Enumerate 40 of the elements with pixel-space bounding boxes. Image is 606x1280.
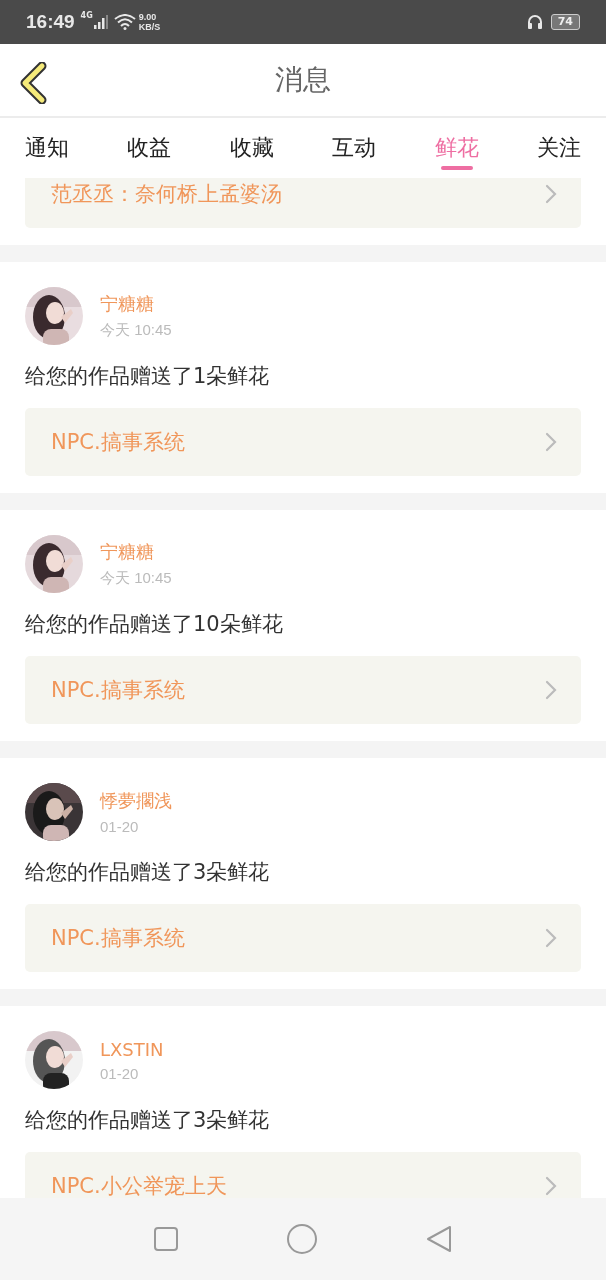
tab[interactable]: 鲜花 <box>434 118 479 178</box>
chevron-right-icon <box>545 432 557 452</box>
tab[interactable]: 互动 <box>332 118 377 178</box>
home-icon[interactable] <box>286 1223 318 1255</box>
network-type: 4G <box>80 11 93 20</box>
back-icon[interactable] <box>18 62 48 104</box>
tab[interactable]: 关注 <box>536 118 581 178</box>
message-time: 今天 10:45 <box>100 321 172 340</box>
battery-level: 74 <box>550 14 580 30</box>
message-time: 01-20 <box>100 1064 140 1082</box>
chevron-right-icon <box>545 184 557 204</box>
message-text: 给您的作品赠送了3朵鲜花 <box>25 1107 271 1134</box>
network-speed: 9.00 KB/S <box>138 12 161 32</box>
work-link[interactable]: NPC.小公举宠上天 <box>25 1152 581 1198</box>
tab[interactable]: 收藏 <box>229 118 274 178</box>
signal-icon <box>93 15 108 29</box>
back-triangle-icon[interactable] <box>424 1224 453 1254</box>
user-name[interactable]: 宁糖糖 <box>100 540 172 564</box>
headphones-icon <box>526 14 543 30</box>
work-link[interactable]: NPC.搞事系统 <box>25 408 581 476</box>
user-name[interactable]: 悸夢擱浅 <box>100 789 172 813</box>
status-time: 16:49 <box>26 11 75 33</box>
message-text: 给您的作品赠送了10朵鲜花 <box>25 611 284 638</box>
work-link[interactable]: NPC.搞事系统 <box>25 904 581 972</box>
tab[interactable]: 收益 <box>127 118 172 178</box>
work-link[interactable]: 范丞丞：奈何桥上孟婆汤 <box>25 178 581 228</box>
page-title: 消息 <box>275 62 331 98</box>
message-text: 给您的作品赠送了3朵鲜花 <box>25 859 271 886</box>
message-text: 给您的作品赠送了1朵鲜花 <box>25 363 271 390</box>
message-time: 今天 10:45 <box>100 569 172 588</box>
user-name[interactable]: LXSTIN <box>100 1038 164 1060</box>
square-icon[interactable] <box>153 1226 180 1252</box>
wifi-icon <box>113 14 136 30</box>
chevron-right-icon <box>545 680 557 700</box>
chevron-right-icon <box>545 928 557 948</box>
chevron-right-icon <box>545 1176 557 1196</box>
user-name[interactable]: 宁糖糖 <box>100 292 172 316</box>
work-link[interactable]: NPC.搞事系统 <box>25 656 581 724</box>
message-time: 01-20 <box>100 818 140 835</box>
tab[interactable]: 通知 <box>25 118 69 178</box>
